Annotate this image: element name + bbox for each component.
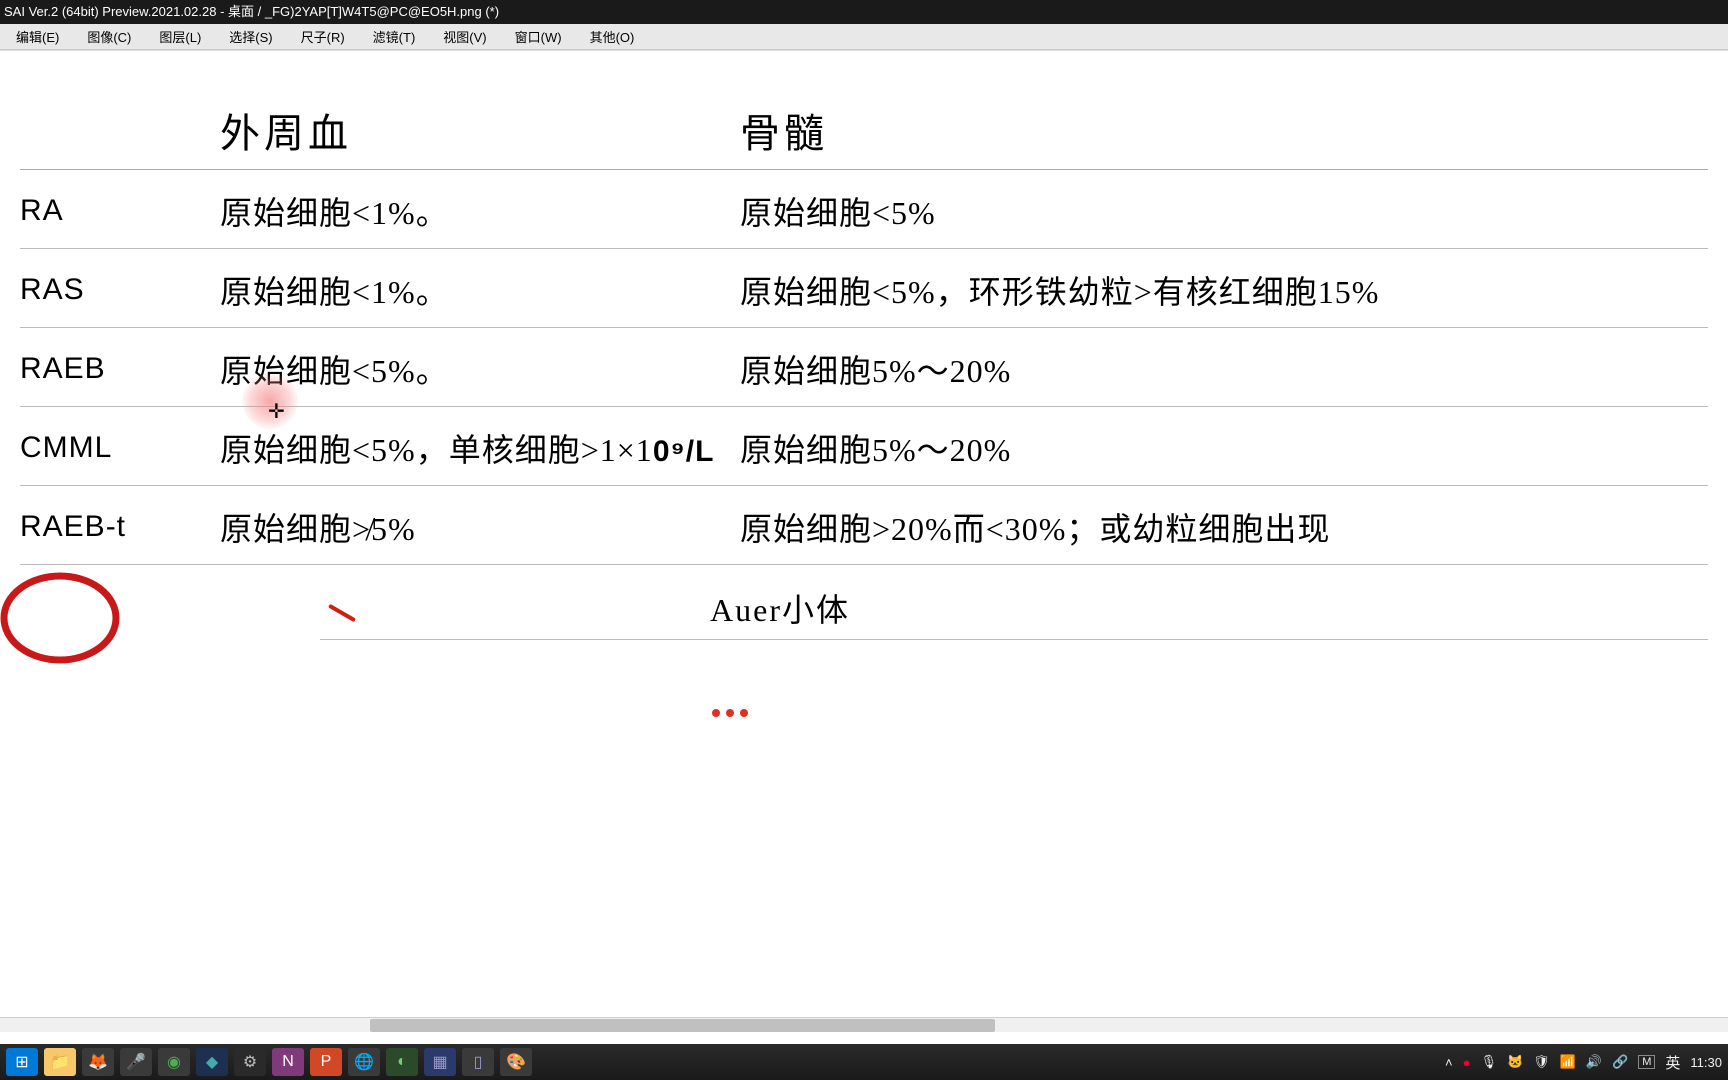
menu-view[interactable]: 视图(V) xyxy=(429,27,500,46)
red-dots-annotation xyxy=(712,709,748,717)
menu-image[interactable]: 图像(C) xyxy=(73,27,145,46)
row-col2: 原始细胞<5% xyxy=(740,188,1708,234)
tray-ime-lang[interactable]: 英 xyxy=(1665,1052,1680,1073)
tray-link-icon[interactable]: 🔗 xyxy=(1612,1054,1628,1070)
taskbar-start-icon[interactable]: ⊞ xyxy=(6,1048,38,1076)
row-label: RAEB-t xyxy=(20,510,220,544)
row-col2: 原始细胞5%～20% xyxy=(740,425,1708,471)
tray-network-icon[interactable]: 📶 xyxy=(1560,1054,1576,1070)
menu-edit[interactable]: 编辑(E) xyxy=(2,27,73,46)
taskbar-app3-icon[interactable]: ▯ xyxy=(462,1048,494,1076)
red-circle-annotation xyxy=(0,568,128,668)
menu-filter[interactable]: 滤镜(T) xyxy=(359,27,430,46)
taskbar-onenote-icon[interactable]: N xyxy=(272,1048,304,1076)
tray-expand-icon[interactable]: ˄ xyxy=(1445,1055,1453,1070)
app-title: SAI Ver.2 (64bit) Preview.2021.02.28 - 桌… xyxy=(4,4,499,19)
taskbar-explorer-icon[interactable]: 📁 xyxy=(44,1048,76,1076)
menu-other[interactable]: 其他(O) xyxy=(576,27,649,46)
row-col2: 原始细胞<5%，环形铁幼粒>有核红细胞15% xyxy=(740,267,1708,313)
taskbar: ⊞📁🦊🎤◉◆⚙NP🌐◐▦▯🎨 ˄ ● 🎙 🐱 🛡 📶 🔊 🔗 M 英 11:30 xyxy=(0,1044,1728,1080)
horizontal-scrollbar[interactable] xyxy=(0,1017,1728,1032)
header-col-2: 骨髓 xyxy=(740,101,828,159)
menu-ruler[interactable]: 尺子(R) xyxy=(287,27,359,46)
taskbar-app2-icon[interactable]: ▦ xyxy=(424,1048,456,1076)
row-col1: 原始细胞<1%。 xyxy=(220,267,740,313)
taskbar-vscode-icon[interactable]: ◆ xyxy=(196,1048,228,1076)
taskbar-mic-icon[interactable]: 🎤 xyxy=(120,1048,152,1076)
taskbar-app1-icon[interactable]: ◐ xyxy=(386,1048,418,1076)
footer-text: Auer小体 xyxy=(710,585,850,631)
header-col-1: 外周血 xyxy=(220,101,740,159)
system-tray: ˄ ● 🎙 🐱 🛡 📶 🔊 🔗 M 英 11:30 xyxy=(1445,1052,1722,1073)
tray-app-icon[interactable]: 🐱 xyxy=(1507,1054,1523,1070)
row-label: RAS xyxy=(20,273,220,307)
tray-shield-icon[interactable]: 🛡 xyxy=(1533,1054,1550,1070)
row-col2: 原始细胞>20%而<30%；或幼粒细胞出现 xyxy=(740,504,1708,550)
taskbar-sai-icon[interactable]: 🎨 xyxy=(500,1048,532,1076)
menu-select[interactable]: 选择(S) xyxy=(215,27,286,46)
tray-volume-icon[interactable]: 🔊 xyxy=(1586,1054,1602,1070)
menu-layer[interactable]: 图层(L) xyxy=(145,27,215,46)
taskbar-browser-icon[interactable]: 🌐 xyxy=(348,1048,380,1076)
tray-clock[interactable]: 11:30 xyxy=(1690,1055,1722,1070)
taskbar-chrome-icon[interactable]: ◉ xyxy=(158,1048,190,1076)
row-col1: 原始细胞≯5% xyxy=(220,504,740,550)
tray-mic-icon[interactable]: 🎙 xyxy=(1480,1054,1497,1070)
title-bar: SAI Ver.2 (64bit) Preview.2021.02.28 - 桌… xyxy=(0,0,1728,24)
tray-record-icon[interactable]: ● xyxy=(1463,1055,1471,1070)
crosshair-cursor-icon: ✛ xyxy=(268,399,285,424)
row-col1: 原始细胞<5%，单核细胞>1×10⁹/L xyxy=(220,425,740,471)
scrollbar-thumb[interactable] xyxy=(370,1019,995,1032)
tray-ime-mode[interactable]: M xyxy=(1638,1055,1655,1069)
menu-bar: 编辑(E) 图像(C) 图层(L) 选择(S) 尺子(R) 滤镜(T) 视图(V… xyxy=(0,24,1728,50)
taskbar-ppt-icon[interactable]: P xyxy=(310,1048,342,1076)
row-label: CMML xyxy=(20,431,220,465)
row-col1: 原始细胞<5%。 xyxy=(220,346,740,392)
taskbar-firefox-icon[interactable]: 🦊 xyxy=(82,1048,114,1076)
menu-window[interactable]: 窗口(W) xyxy=(501,27,576,46)
row-label: RAEB xyxy=(20,352,220,386)
canvas[interactable]: 外周血 骨髓 RA 原始细胞<1%。 原始细胞<5% RAS 原始细胞<1%。 … xyxy=(0,50,1728,1010)
row-label: RA xyxy=(20,194,220,228)
row-col2: 原始细胞5%～20% xyxy=(740,346,1708,392)
taskbar-settings-icon[interactable]: ⚙ xyxy=(234,1048,266,1076)
row-col1: 原始细胞<1%。 xyxy=(220,188,740,234)
